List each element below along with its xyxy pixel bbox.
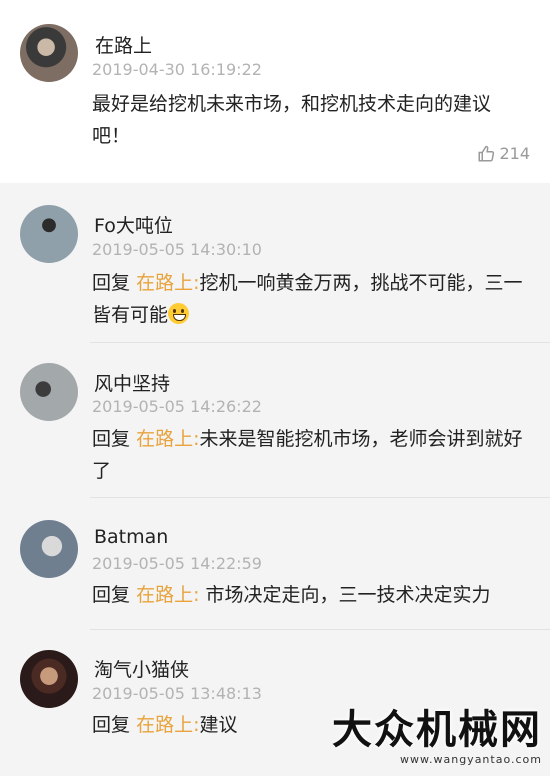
- like-count: 214: [499, 144, 530, 163]
- mention-link[interactable]: 在路上:: [136, 272, 199, 294]
- grinning-emoji-icon: [168, 303, 190, 324]
- divider: [90, 629, 550, 630]
- reply-text: 回复 在路上: 市场决定走向，三一技术决定实力: [92, 579, 524, 611]
- divider: [90, 342, 550, 343]
- timestamp: 2019-05-05 14:22:59: [92, 554, 262, 573]
- divider: [90, 497, 550, 498]
- comment-text: 最好是给挖机未来市场，和挖机技术走向的建议吧！: [92, 93, 492, 147]
- avatar[interactable]: [20, 520, 78, 578]
- avatar[interactable]: [20, 24, 78, 82]
- reply-text: 回复 在路上:未来是智能挖机市场，老师会讲到就好了: [92, 423, 524, 487]
- username[interactable]: 风中坚持: [94, 369, 170, 396]
- main-comment: 在路上 2019-04-30 16:19:22 最好是给挖机未来市场，和挖机技术…: [0, 0, 550, 183]
- reply-label: 回复: [92, 584, 131, 606]
- reply-body: 建议: [199, 714, 238, 736]
- mention-link[interactable]: 在路上:: [136, 428, 199, 450]
- timestamp: 2019-05-05 13:48:13: [92, 684, 262, 703]
- watermark: 大众机械网 www.wangyantao.com: [332, 697, 542, 766]
- reply-label: 回复: [92, 428, 131, 450]
- like-button[interactable]: 214: [477, 144, 530, 163]
- reply-label: 回复: [92, 714, 131, 736]
- avatar[interactable]: [20, 205, 78, 263]
- username[interactable]: Batman: [94, 526, 168, 548]
- mention-link[interactable]: 在路上:: [136, 584, 199, 606]
- watermark-title: 大众机械网: [332, 706, 542, 753]
- username[interactable]: 淘气小猫侠: [94, 655, 189, 682]
- avatar[interactable]: [20, 650, 78, 708]
- reply-body: 市场决定走向，三一技术决定实力: [199, 584, 491, 606]
- reply-list: Fo大吨位 2019-05-05 14:30:10 回复 在路上:挖机一响黄金万…: [0, 183, 550, 776]
- avatar[interactable]: [20, 363, 78, 421]
- username[interactable]: Fo大吨位: [94, 211, 173, 238]
- username[interactable]: 在路上: [95, 31, 152, 58]
- reply-label: 回复: [92, 272, 131, 294]
- mention-link[interactable]: 在路上:: [136, 714, 199, 736]
- timestamp: 2019-04-30 16:19:22: [92, 60, 262, 79]
- reply-text: 回复 在路上:挖机一响黄金万两，挑战不可能，三一皆有可能: [92, 267, 524, 331]
- thumbs-up-icon: [478, 145, 495, 161]
- timestamp: 2019-05-05 14:26:22: [92, 397, 262, 416]
- timestamp: 2019-05-05 14:30:10: [92, 240, 262, 259]
